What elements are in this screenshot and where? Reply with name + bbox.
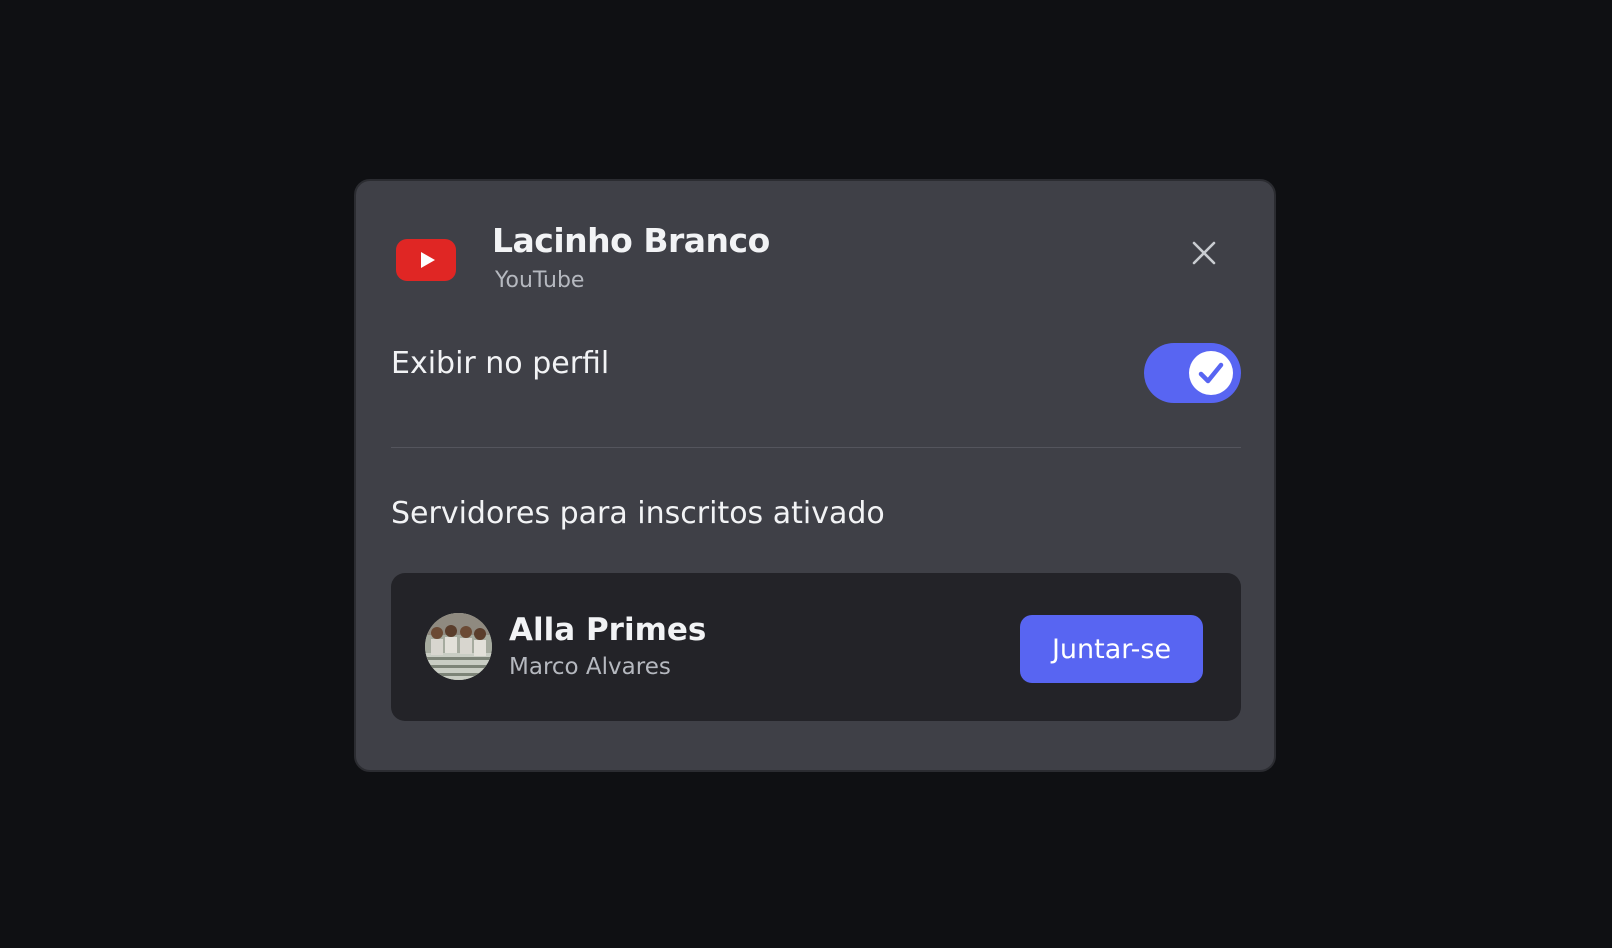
show-on-profile-label: Exibir no perfil (391, 346, 610, 381)
checkmark-icon (1198, 362, 1224, 384)
platform-name: YouTube (495, 268, 585, 293)
server-card: Alla Primes Marco Alvares Juntar-se (391, 573, 1241, 721)
show-on-profile-toggle[interactable] (1144, 343, 1241, 403)
server-name: Alla Primes (509, 612, 707, 648)
server-avatar (425, 613, 492, 680)
connection-modal: Lacinho Branco YouTube Exibir no perfil … (354, 179, 1276, 772)
toggle-knob (1189, 351, 1233, 395)
youtube-icon (396, 239, 456, 281)
server-owner: Marco Alvares (509, 654, 671, 680)
account-title: Lacinho Branco (492, 221, 770, 260)
close-button[interactable] (1186, 235, 1222, 271)
join-button[interactable]: Juntar-se (1020, 615, 1203, 683)
divider (391, 447, 1241, 448)
close-icon (1192, 241, 1216, 265)
subscriber-servers-heading: Servidores para inscritos ativado (391, 496, 885, 531)
